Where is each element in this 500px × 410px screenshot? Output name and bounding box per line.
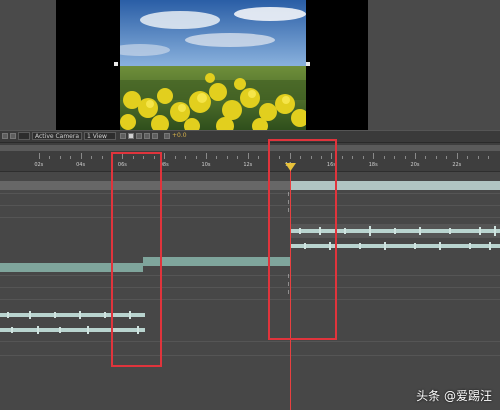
timeline-icon[interactable] xyxy=(136,133,142,139)
viewer-toolbar: Active Camera 1 View +0.0 xyxy=(0,130,500,143)
ruler-tick-minor xyxy=(425,156,427,159)
ruler-tick-minor xyxy=(195,156,197,159)
row-divider xyxy=(0,193,500,194)
view-layout-select[interactable]: 1 View xyxy=(84,132,116,140)
row-divider xyxy=(0,205,500,206)
preview-image xyxy=(120,0,306,130)
composition-viewer[interactable] xyxy=(0,0,500,130)
ruler-tick-minor xyxy=(258,156,260,159)
show-snapshot-icon[interactable] xyxy=(10,133,16,139)
ruler-tick-minor xyxy=(341,156,343,159)
ruler-tick-label: 12s xyxy=(243,162,253,168)
resolution-select[interactable] xyxy=(18,132,30,140)
snapshot-icon[interactable] xyxy=(2,133,8,139)
ruler-tick-minor xyxy=(362,156,364,159)
row-divider xyxy=(0,217,500,218)
ruler-tick-minor xyxy=(226,156,228,159)
ruler-tick-minor xyxy=(49,156,51,159)
ruler-tick-minor xyxy=(467,156,469,159)
ruler-tick-label: 04s xyxy=(76,162,86,168)
ruler-tick-label: 18s xyxy=(368,162,378,168)
transform-handle-left[interactable] xyxy=(114,62,118,66)
ruler-tick-minor xyxy=(435,156,437,159)
ruler-tick-major xyxy=(206,153,207,159)
ruler-tick-minor xyxy=(352,156,354,159)
ruler-tick-minor xyxy=(394,156,396,159)
ruler-tick-minor xyxy=(216,156,218,159)
toggle-pixel-aspect-icon[interactable] xyxy=(120,133,126,139)
ruler-tick-minor xyxy=(488,156,490,159)
ruler-tick-major xyxy=(415,153,416,159)
ruler-tick-major xyxy=(164,153,166,159)
ruler-tick-minor xyxy=(101,156,103,159)
timeline-panel[interactable]: 02s04s06s08s10s12s14s16s18s20s22s I I I … xyxy=(0,139,500,410)
exposure-value[interactable]: +0.0 xyxy=(172,132,187,140)
ruler-tick-minor xyxy=(404,156,406,159)
ruler-tick-minor xyxy=(446,156,448,159)
ruler-tick-minor xyxy=(237,156,239,159)
ruler-tick-minor xyxy=(383,156,385,159)
ruler-tick-minor xyxy=(70,156,72,159)
row-divider xyxy=(0,287,500,288)
flowchart-icon[interactable] xyxy=(144,133,150,139)
reset-exposure-icon[interactable] xyxy=(152,133,158,139)
highlight-box-right xyxy=(268,139,337,340)
row-divider xyxy=(0,275,500,276)
watermark: 头条 @爱踢汪 xyxy=(416,389,492,403)
ruler-ticks: 02s04s06s08s10s12s14s16s18s20s22s xyxy=(0,143,500,171)
ruler-tick-minor xyxy=(185,156,187,159)
ruler-tick-major xyxy=(80,153,82,159)
row-divider xyxy=(0,355,500,356)
ruler-tick-label: 20s xyxy=(410,162,420,168)
ruler-tick-label: 10s xyxy=(201,162,211,168)
transform-handle-right[interactable] xyxy=(306,62,310,66)
ruler-tick-label: 02s xyxy=(34,162,44,168)
row-divider xyxy=(0,299,500,300)
ruler-tick-major xyxy=(456,153,458,159)
exposure-icon[interactable] xyxy=(164,133,170,139)
flower-field-image xyxy=(120,0,306,130)
row-divider xyxy=(0,341,500,342)
time-ruler[interactable]: 02s04s06s08s10s12s14s16s18s20s22s xyxy=(0,143,500,172)
ruler-tick-minor xyxy=(477,156,479,159)
ruler-tick-major xyxy=(38,153,40,159)
fast-preview-icon[interactable] xyxy=(128,133,134,139)
ruler-tick-major xyxy=(373,153,375,159)
ruler-tick-minor xyxy=(174,156,176,159)
ruler-tick-minor xyxy=(91,156,93,159)
ruler-tick-minor xyxy=(59,156,61,159)
highlight-box-left xyxy=(111,152,162,367)
camera-select[interactable]: Active Camera xyxy=(32,132,82,140)
ruler-tick-label: 22s xyxy=(452,162,462,168)
ruler-tick-major xyxy=(247,153,249,159)
